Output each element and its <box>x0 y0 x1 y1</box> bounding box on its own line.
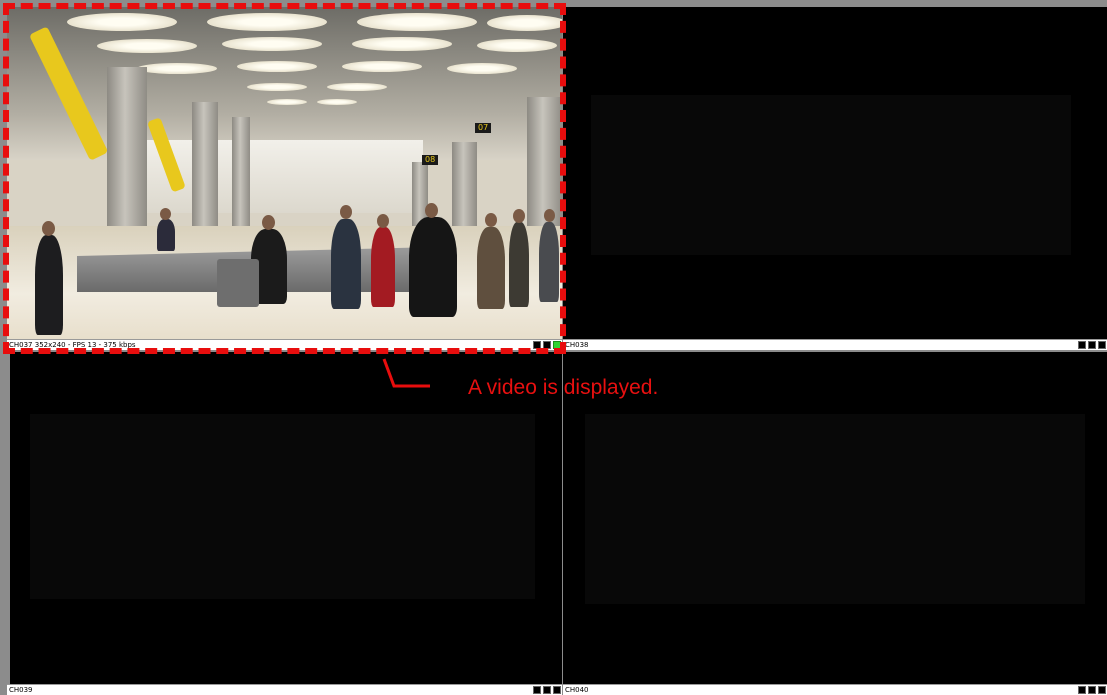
person <box>157 219 175 251</box>
person <box>35 235 63 335</box>
live-indicator-icon <box>553 341 561 349</box>
pane-status-bar: CH039 <box>7 684 562 695</box>
channel-label: CH037 352x240 - FPS 13 - 375 kbps <box>9 341 136 349</box>
gate-sign: 08 <box>422 155 439 165</box>
video-pane-ch038[interactable]: CH038 <box>563 7 1107 350</box>
pane-status-bar: CH040 <box>563 684 1107 695</box>
indicator-icon <box>533 686 541 694</box>
status-indicators <box>1078 341 1106 349</box>
status-indicators <box>533 686 561 694</box>
indicator-icon <box>543 341 551 349</box>
video-pane-ch040[interactable]: CH040 <box>563 352 1107 695</box>
indicator-icon <box>1088 341 1096 349</box>
indicator-icon <box>553 686 561 694</box>
channel-label: CH039 <box>9 686 33 694</box>
indicator-icon <box>1078 341 1086 349</box>
annotation-text: A video is displayed. <box>468 376 659 399</box>
pane-status-bar: CH038 <box>563 339 1107 350</box>
person <box>371 227 395 307</box>
video-feed[interactable]: 07 08 <box>7 7 562 339</box>
video-pane-ch039[interactable]: CH039 <box>7 352 562 695</box>
indicator-icon <box>1088 686 1096 694</box>
channel-label: CH038 <box>565 341 589 349</box>
indicator-icon <box>543 686 551 694</box>
luggage-cart <box>217 259 259 307</box>
indicator-icon <box>1078 686 1086 694</box>
video-feed[interactable] <box>563 7 1107 339</box>
gate-sign: 07 <box>475 123 492 133</box>
indicator-icon <box>1098 341 1106 349</box>
video-pane-ch037[interactable]: 07 08 CH037 352x240 - FPS 13 - 375 kbps <box>7 7 562 350</box>
video-feed[interactable] <box>7 352 562 684</box>
person <box>509 222 529 307</box>
person <box>539 222 559 302</box>
airport-camera-image: 07 08 <box>7 7 562 339</box>
indicator-icon <box>533 341 541 349</box>
status-indicators <box>533 341 561 349</box>
channel-label: CH040 <box>565 686 589 694</box>
person <box>331 219 361 309</box>
indicator-icon <box>1098 686 1106 694</box>
person <box>477 227 505 309</box>
video-feed[interactable] <box>563 352 1107 684</box>
status-indicators <box>1078 686 1106 694</box>
person <box>409 217 457 317</box>
pane-status-bar: CH037 352x240 - FPS 13 - 375 kbps <box>7 339 562 350</box>
